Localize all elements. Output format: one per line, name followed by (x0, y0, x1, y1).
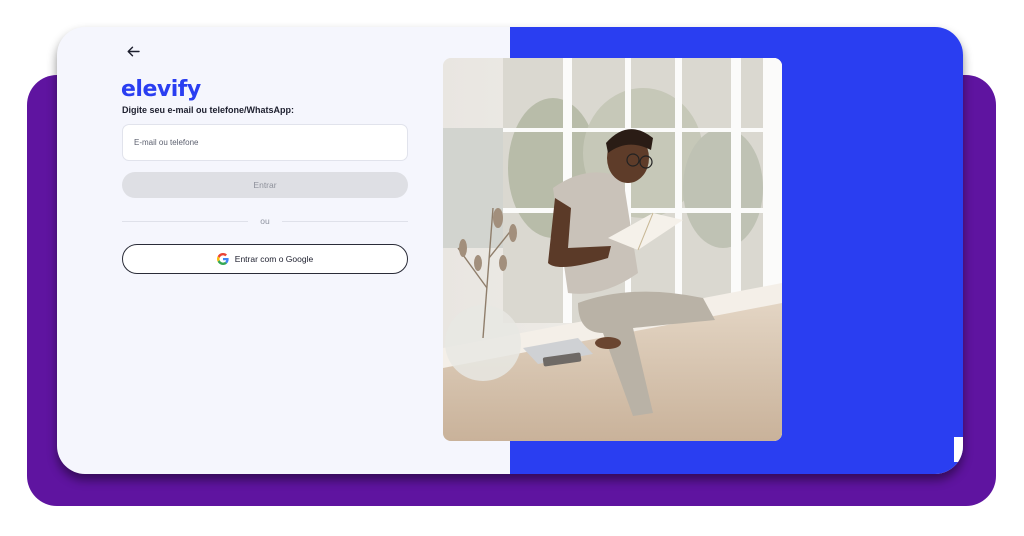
enter-button[interactable]: Entrar (122, 172, 408, 198)
card-notch (954, 437, 963, 462)
divider-line-left (122, 221, 248, 222)
logo-text: elevify (121, 77, 201, 102)
google-icon (216, 253, 229, 265)
login-card: elevify Digite seu e-mail ou telefone/Wh… (57, 27, 963, 474)
hero-photo (443, 58, 782, 441)
google-sign-in-button[interactable]: Entrar com o Google (122, 244, 408, 274)
elevify-logo: elevify (121, 72, 201, 107)
arrow-left-icon (127, 46, 140, 56)
login-prompt: Digite seu e-mail ou telefone/WhatsApp: (122, 105, 295, 115)
divider-or: ou (260, 216, 270, 226)
email-or-phone-input[interactable] (122, 124, 408, 161)
back-button[interactable] (123, 43, 143, 59)
divider-line-right (282, 221, 408, 222)
google-button-label: Entrar com o Google (234, 254, 314, 264)
